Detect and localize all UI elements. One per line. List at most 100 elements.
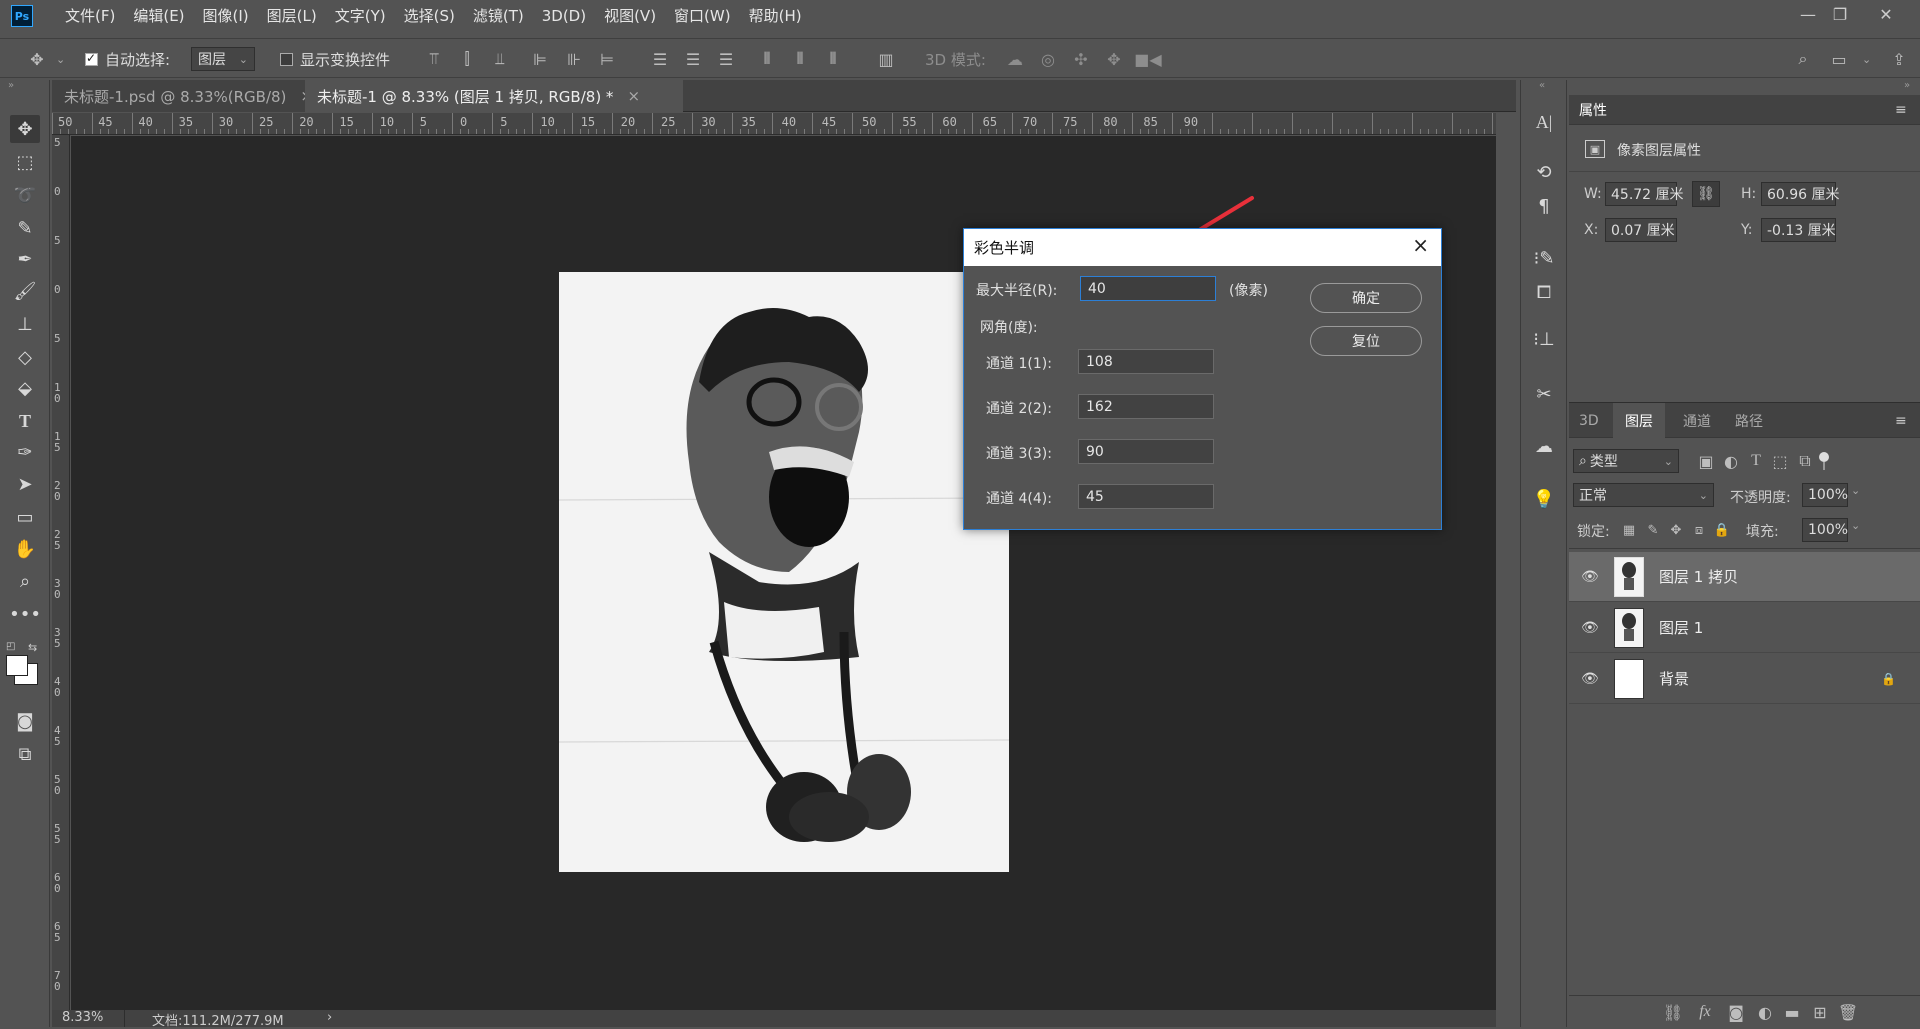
collapse-icon[interactable]: » [1904,80,1910,91]
pen-tool-icon[interactable]: ✑ [10,438,40,466]
menu-item-5[interactable]: 选择(S) [395,0,464,32]
type-tool-icon[interactable]: T [10,407,40,435]
height-field[interactable]: 60.96 厘米 [1761,182,1840,206]
tool-presets-icon[interactable]: ✂ [1529,380,1559,408]
marquee-tool-icon[interactable]: ⬚ [10,148,40,176]
chevron-down-icon[interactable]: ⌄ [1862,39,1871,79]
screen-mode-icon[interactable]: ⧉ [10,740,40,768]
menu-item-3[interactable]: 图层(L) [258,0,326,32]
align-right-icon[interactable]: ⊨ [597,39,617,79]
scale-3d-icon[interactable]: ■◀ [1134,39,1161,79]
foreground-color-swatch[interactable] [6,655,28,676]
auto-select-checkbox[interactable]: 自动选择: [85,39,170,79]
filter-shape-icon[interactable]: ⬚ [1770,450,1790,472]
layer-filter-dropdown[interactable]: ⌕ 类型 ⌄ [1573,449,1679,473]
orbit-3d-icon[interactable]: ☁ [1004,39,1026,79]
tab-channels[interactable]: 通道 [1683,403,1711,439]
layer-row-background[interactable]: 👁 背景 🔒 [1569,654,1920,704]
menu-item-2[interactable]: 图像(I) [194,0,258,32]
quick-select-tool-icon[interactable]: ✎ [10,214,40,242]
menu-item-10[interactable]: 帮助(H) [740,0,811,32]
channel-1-input[interactable]: 108 [1078,349,1214,374]
distribute-hcenter-icon[interactable]: ⦀ [790,39,810,79]
history-panel-icon[interactable]: ⟲ [1529,158,1559,186]
filter-adjustment-icon[interactable]: ◐ [1721,450,1741,472]
menu-item-9[interactable]: 窗口(W) [665,0,740,32]
panel-menu-icon[interactable]: ≡ [1895,403,1907,439]
align-hcenter-icon[interactable]: ⊪ [564,39,584,79]
delete-layer-icon[interactable]: 🗑 [1837,1002,1859,1022]
zoom-level[interactable]: 8.33% [62,1010,103,1025]
eye-icon[interactable]: 👁 [1581,569,1599,585]
width-field[interactable]: 45.72 厘米 [1605,182,1684,206]
menu-item-8[interactable]: 视图(V) [595,0,665,32]
workspace-icon[interactable]: ▭ [1828,39,1850,79]
distribute-vcenter-icon[interactable]: ☰ [683,39,703,79]
new-layer-icon[interactable]: ⊞ [1809,1002,1831,1022]
align-top-icon[interactable]: ⫪ [424,39,444,79]
opacity-field[interactable]: 100% [1802,483,1848,507]
layer-row-1[interactable]: 👁 图层 1 [1569,603,1920,653]
channel-3-input[interactable]: 90 [1078,439,1214,464]
eye-icon[interactable]: 👁 [1581,620,1599,636]
filter-smart-object-icon[interactable]: ⧉ [1795,450,1815,472]
close-window-icon[interactable]: ✕ [1864,0,1908,28]
align-vcenter-icon[interactable]: ⫿ [457,39,477,79]
distribute-right-icon[interactable]: ⦀ [823,39,843,79]
more-tools-icon[interactable]: ••• [9,600,41,628]
menu-item-4[interactable]: 文字(Y) [326,0,395,32]
auto-align-icon[interactable]: ▥ [876,39,896,79]
link-icon[interactable]: ⛓ [1692,181,1720,207]
collapse-icon[interactable]: « [1539,80,1545,91]
lock-all-icon[interactable]: 🔒 [1713,520,1731,540]
show-transform-checkbox[interactable]: 显示变换控件 [280,39,390,79]
tab-layers[interactable]: 图层 [1613,403,1665,439]
link-layers-icon[interactable]: ⛓ [1662,1002,1684,1022]
menu-item-6[interactable]: 滤镜(T) [464,0,533,32]
channel-4-input[interactable]: 45 [1078,484,1214,509]
chevron-down-icon[interactable]: ⌄ [56,39,65,79]
rectangle-tool-icon[interactable]: ▭ [10,503,40,531]
hand-tool-icon[interactable]: ✋ [10,535,40,563]
close-icon[interactable]: × [1412,233,1429,257]
ok-button[interactable]: 确定 [1310,283,1422,313]
chevron-down-icon[interactable]: ⌄ [1851,519,1860,532]
libraries-icon[interactable]: ☁ [1529,432,1559,460]
zoom-tool-icon[interactable]: ⌕ [10,567,40,595]
add-mask-icon[interactable]: ◙ [1725,1002,1747,1022]
menu-item-7[interactable]: 3D(D) [533,0,595,32]
search-icon[interactable]: ⌕ [1792,39,1814,79]
slide-3d-icon[interactable]: ✥ [1103,39,1125,79]
new-group-icon[interactable]: ▬ [1781,1002,1803,1022]
chevron-down-icon[interactable]: ⌄ [1851,484,1860,497]
distribute-top-icon[interactable]: ☰ [650,39,670,79]
menu-item-1[interactable]: 编辑(E) [124,0,193,32]
tab-document-1[interactable]: 未标题-1.psd @ 8.33%(RGB/8) × [52,80,325,112]
fill-field[interactable]: 100% [1802,518,1848,542]
filter-toggle[interactable] [1819,452,1829,470]
panel-menu-icon[interactable]: ≡ [1895,95,1907,125]
channel-2-input[interactable]: 162 [1078,394,1214,419]
filter-type-icon[interactable]: T [1746,450,1766,472]
close-icon[interactable]: × [627,87,640,105]
eraser-tool-icon[interactable]: ◇ [10,343,40,371]
paragraph-panel-icon[interactable]: ¶ [1529,192,1559,220]
tab-3d[interactable]: 3D [1579,403,1599,439]
y-field[interactable]: -0.13 厘米 [1761,218,1836,242]
default-colors-icon[interactable]: ◰ [6,641,15,652]
pan-3d-icon[interactable]: ✣ [1070,39,1092,79]
x-field[interactable]: 0.07 厘米 [1605,218,1677,242]
lasso-tool-icon[interactable]: ➰ [10,181,40,209]
lock-transparency-icon[interactable]: ▦ [1620,520,1638,540]
lock-position-icon[interactable]: ✥ [1667,520,1685,540]
align-bottom-icon[interactable]: ⫫ [490,39,510,79]
move-tool-icon[interactable]: ✥ [22,39,52,79]
menu-item-0[interactable]: 文件(F) [56,0,124,32]
new-adjustment-icon[interactable]: ◐ [1754,1002,1776,1022]
eyedropper-tool-icon[interactable]: ✒ [10,245,40,273]
clone-source-icon[interactable]: ⁝⊥ [1529,325,1559,353]
tab-document-2[interactable]: 未标题-1 @ 8.33% (图层 1 拷贝, RGB/8) * × [305,80,683,112]
distribute-bottom-icon[interactable]: ☰ [716,39,736,79]
adjustments-icon[interactable]: ⧠ [1529,278,1559,306]
brush-settings-icon[interactable]: ⁝✎ [1529,244,1559,272]
